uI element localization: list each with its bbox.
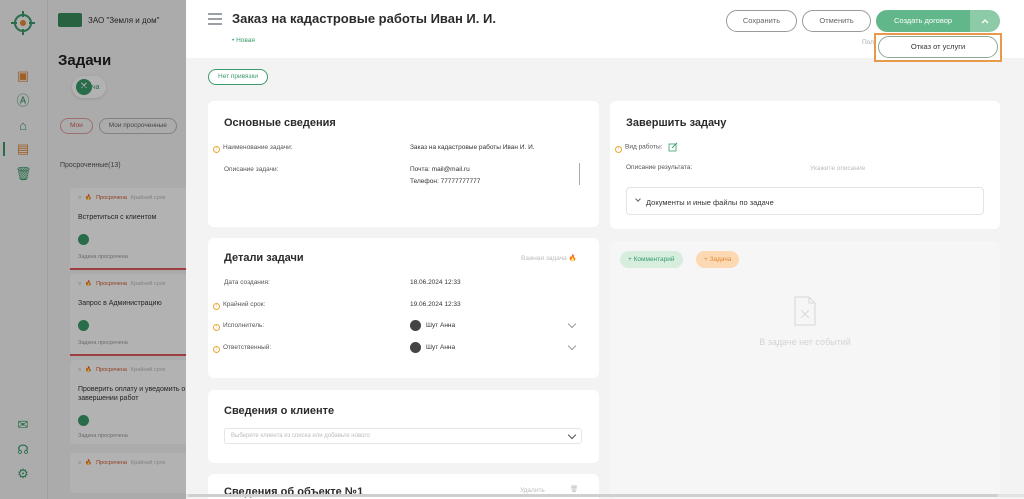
flame-icon: 🔥 xyxy=(568,255,577,262)
chevron-up-icon xyxy=(981,19,989,24)
hidden-action-label: Пол xyxy=(862,39,874,46)
page-title: Заказ на кадастровые работы Иван И. И. xyxy=(232,11,496,26)
chevron-down-icon[interactable] xyxy=(567,341,577,351)
executor-label: ! Исполнитель: xyxy=(213,322,264,331)
task-desc-line2[interactable]: Телефон: 77777777777 xyxy=(410,177,480,187)
warning-icon: ! xyxy=(213,346,220,353)
documents-label: Документы и иные файлы по задаче xyxy=(646,198,774,207)
task-details-card: Детали задачи Важная задача 🔥 Дата созда… xyxy=(208,238,599,378)
basic-info-title: Основные сведения xyxy=(224,117,336,129)
task-details-title: Детали задачи xyxy=(224,252,304,264)
create-contract-button[interactable]: Создать договор xyxy=(876,10,970,32)
client-select[interactable]: Выберите клиента из списка или добавьте … xyxy=(224,428,582,444)
trash-icon[interactable]: 🗑 xyxy=(570,485,578,493)
warning-icon: ! xyxy=(615,145,622,153)
textarea-scrollbar[interactable] xyxy=(579,163,580,185)
warning-icon: ! xyxy=(213,324,220,331)
responsible-label: ! Ответственный: xyxy=(213,344,271,353)
task-desc-label: Описание задачи: xyxy=(224,166,279,173)
client-card: Сведения о клиенте Выберите клиента из с… xyxy=(208,390,599,463)
work-type-label: ! Вид работы: xyxy=(615,142,678,153)
deadline-value[interactable]: 19.06.2024 12:33 xyxy=(410,300,461,310)
menu-hamburger-icon[interactable] xyxy=(208,13,222,28)
important-task-toggle[interactable]: Важная задача 🔥 xyxy=(521,254,577,262)
avatar xyxy=(410,320,421,331)
add-comment-button[interactable]: + Комментарий xyxy=(620,251,683,268)
status-badge: • Новая xyxy=(232,37,255,44)
avatar xyxy=(410,342,421,353)
client-title: Сведения о клиенте xyxy=(224,405,335,417)
task-name-value[interactable]: Заказ на кадастровые работы Иван И. И. xyxy=(410,143,535,153)
document-empty-icon xyxy=(794,296,816,326)
responsible-select[interactable]: Шут Анна xyxy=(410,342,455,353)
horizontal-scrollbar[interactable] xyxy=(186,494,1024,497)
edit-icon[interactable] xyxy=(668,142,678,152)
deadline-label: ! Крайний срок: xyxy=(213,301,265,310)
warning-icon: ! xyxy=(213,303,220,310)
chevron-down-icon xyxy=(635,196,641,202)
result-input[interactable]: Укажите описание xyxy=(810,165,865,172)
task-detail-panel: Заказ на кадастровые работы Иван И. И. •… xyxy=(186,0,1024,499)
created-label: Дата создания: xyxy=(224,279,270,286)
add-task-button[interactable]: + Задача xyxy=(696,251,740,268)
result-label: Описание результата: xyxy=(626,164,693,171)
refuse-service-item[interactable]: Отказ от услуги xyxy=(878,36,998,58)
chevron-down-icon[interactable] xyxy=(567,319,577,329)
task-header: Заказ на кадастровые работы Иван И. И. •… xyxy=(186,0,1024,62)
modal-overlay[interactable] xyxy=(0,0,186,499)
basic-info-card: Основные сведения ! Наименование задачи: … xyxy=(208,101,599,227)
executor-select[interactable]: Шут Анна xyxy=(410,320,455,331)
events-empty-text: В задаче нет событий xyxy=(759,337,851,347)
save-button[interactable]: Сохранить xyxy=(726,10,797,32)
complete-task-card: Завершить задачу ! Вид работы: Описание р… xyxy=(610,101,1000,229)
task-name-label: ! Наименование задачи: xyxy=(213,144,293,153)
task-desc-line1[interactable]: Почта: mail@mail.ru xyxy=(410,165,470,175)
documents-accordion[interactable]: Документы и иные файлы по задаче xyxy=(626,187,984,215)
create-contract-dropdown-toggle[interactable] xyxy=(970,10,1000,32)
binding-chip[interactable]: Нет привязки xyxy=(208,69,268,85)
created-value: 18.06.2024 12:33 xyxy=(410,279,461,286)
chevron-down-icon xyxy=(567,430,577,440)
cancel-button[interactable]: Отменить xyxy=(802,10,871,32)
events-panel: + Комментарий + Задача В задаче нет собы… xyxy=(610,241,1000,499)
client-placeholder: Выберите клиента из списка или добавьте … xyxy=(231,433,370,439)
warning-icon: ! xyxy=(213,146,220,153)
delete-object-button[interactable]: Удалить xyxy=(520,487,545,494)
complete-task-title: Завершить задачу xyxy=(626,117,727,129)
